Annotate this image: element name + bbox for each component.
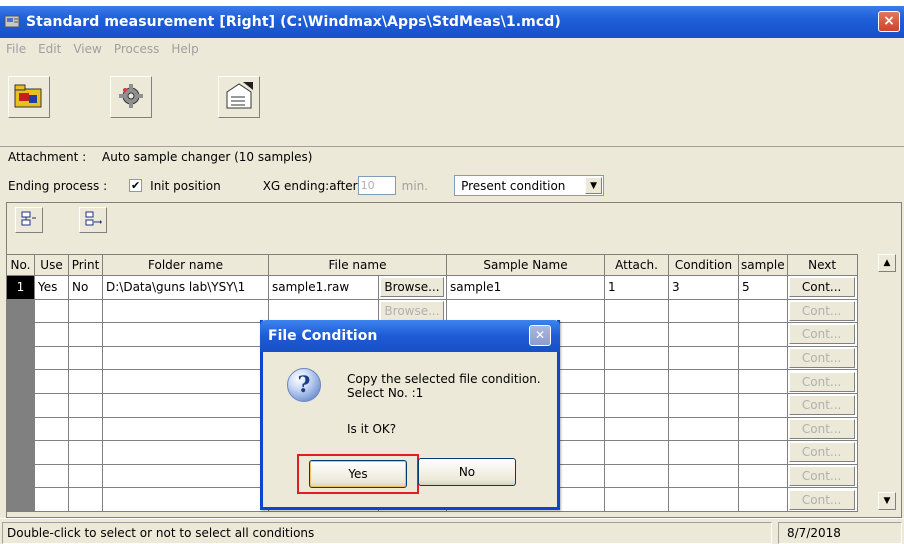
- condition-select-value: Present condition: [461, 178, 566, 193]
- xg-ending-input[interactable]: 10: [357, 176, 396, 195]
- status-bar: Double-click to select or not to select …: [0, 518, 904, 544]
- document-edit-icon: [223, 80, 255, 115]
- cont-button-disabled: Cont...: [788, 348, 855, 369]
- cont-button-disabled: Cont...: [788, 300, 855, 321]
- no-button[interactable]: No: [418, 458, 516, 486]
- app-icon: [4, 14, 22, 30]
- xg-ending-unit: min.: [401, 178, 429, 193]
- edit-document-button[interactable]: [218, 76, 260, 118]
- col-next: Next: [786, 254, 858, 276]
- col-sample-name: Sample Name: [446, 254, 605, 276]
- cont-button-disabled: Cont...: [788, 418, 855, 439]
- table-header-row: No. Use Print Folder name File name Samp…: [6, 254, 858, 276]
- folder-icon: [13, 81, 45, 114]
- status-date: 8/7/2018: [778, 522, 902, 544]
- col-condition: Condition: [668, 254, 739, 276]
- init-position-label: Init position: [150, 178, 221, 193]
- cont-button-disabled: Cont...: [788, 371, 855, 392]
- col-sample: sample: [738, 254, 788, 276]
- toolbar-separator: [0, 146, 904, 147]
- dialog-question: Is it OK?: [347, 422, 397, 436]
- ending-process-label: Ending process :: [8, 178, 108, 193]
- cont-button-disabled: Cont...: [788, 442, 855, 463]
- open-folder-button[interactable]: [8, 76, 50, 118]
- file-condition-dialog: File Condition ✕ ? Copy the selected fil…: [260, 320, 560, 510]
- xg-ending-label: XG ending:after: [262, 178, 358, 193]
- cell-folder[interactable]: D:\Data\guns lab\YSY\1: [102, 275, 269, 300]
- col-attach: Attach.: [604, 254, 669, 276]
- row-number[interactable]: [6, 298, 35, 324]
- browse-button-disabled: Browse...: [380, 300, 444, 321]
- status-hint: Double-click to select or not to select …: [2, 522, 772, 544]
- list-insert-icon: [20, 210, 38, 231]
- yes-button[interactable]: Yes: [309, 460, 407, 488]
- col-print: Print: [68, 254, 103, 276]
- row-number[interactable]: [6, 345, 35, 371]
- menu-file[interactable]: File: [6, 42, 26, 56]
- cell-use[interactable]: Yes: [34, 275, 69, 300]
- menu-bar: File Edit View Process Help: [0, 38, 211, 60]
- row-number[interactable]: [6, 440, 35, 465]
- init-position-checkbox[interactable]: ✔: [129, 179, 143, 192]
- cont-button-disabled: Cont...: [788, 324, 855, 345]
- row-number[interactable]: [6, 392, 35, 418]
- condition-select[interactable]: Present condition ▼: [454, 175, 605, 196]
- table-scrollbar[interactable]: ▲ ▼: [878, 254, 896, 510]
- settings-button[interactable]: [110, 76, 152, 118]
- main-toolbar: [0, 76, 904, 132]
- attachment-value: Auto sample changer (10 samples): [102, 150, 313, 164]
- row-number[interactable]: [6, 369, 35, 394]
- row-number[interactable]: [6, 322, 35, 347]
- move-row-button[interactable]: [79, 207, 107, 233]
- cell-sample[interactable]: 5: [738, 275, 788, 300]
- cell-print[interactable]: No: [68, 275, 103, 300]
- dialog-close-icon[interactable]: ✕: [529, 325, 551, 346]
- col-folder-name: Folder name: [102, 254, 269, 276]
- cell-attach[interactable]: 1: [604, 275, 669, 300]
- menu-edit[interactable]: Edit: [38, 42, 61, 56]
- list-move-icon: [84, 210, 102, 231]
- row-number[interactable]: 1: [6, 275, 35, 300]
- cont-button-disabled: Cont...: [788, 466, 855, 487]
- cont-button[interactable]: Cont...: [788, 277, 855, 298]
- chevron-down-icon[interactable]: ▼: [585, 177, 603, 194]
- scroll-up-icon[interactable]: ▲: [878, 254, 896, 272]
- window-titlebar: Standard measurement [Right] (C:\Windmax…: [0, 6, 904, 38]
- cont-button-disabled: Cont...: [788, 489, 855, 510]
- dialog-message-line1: Copy the selected file condition.: [347, 372, 541, 386]
- dialog-message-line2: Select No. :1: [347, 386, 424, 400]
- window-title: Standard measurement [Right] (C:\Windmax…: [26, 14, 561, 30]
- attachment-row: Attachment : Auto sample changer (10 sam…: [8, 150, 312, 164]
- attachment-label: Attachment :: [8, 150, 87, 164]
- col-use: Use: [34, 254, 69, 276]
- yes-highlight-box: Yes: [297, 454, 419, 494]
- scroll-down-icon[interactable]: ▼: [878, 492, 896, 510]
- dialog-message: Copy the selected file condition. Select…: [347, 372, 541, 400]
- question-icon: ?: [287, 368, 321, 402]
- insert-row-button[interactable]: [15, 207, 43, 233]
- row-number[interactable]: [6, 463, 35, 489]
- menu-view[interactable]: View: [73, 42, 101, 56]
- row-number[interactable]: [6, 487, 35, 512]
- menu-help[interactable]: Help: [171, 42, 198, 56]
- cell-sample-name[interactable]: sample1: [446, 275, 605, 300]
- dialog-title: File Condition: [260, 320, 560, 352]
- cont-button-disabled: Cont...: [788, 395, 855, 416]
- col-file-name: File name: [268, 254, 447, 276]
- browse-button[interactable]: Browse...: [380, 277, 444, 298]
- menu-process[interactable]: Process: [114, 42, 160, 56]
- ending-process-row: Ending process : ✔ Init position XG endi…: [8, 175, 605, 196]
- cell-condition[interactable]: 3: [668, 275, 739, 300]
- row-number[interactable]: [6, 416, 35, 442]
- window-close-button[interactable]: ×: [878, 11, 900, 32]
- gear-icon: [117, 82, 145, 113]
- col-no: No.: [6, 254, 35, 276]
- table-row[interactable]: 1 Yes No D:\Data\guns lab\YSY\1 sample1.…: [6, 275, 858, 300]
- cell-file[interactable]: sample1.raw: [268, 275, 379, 300]
